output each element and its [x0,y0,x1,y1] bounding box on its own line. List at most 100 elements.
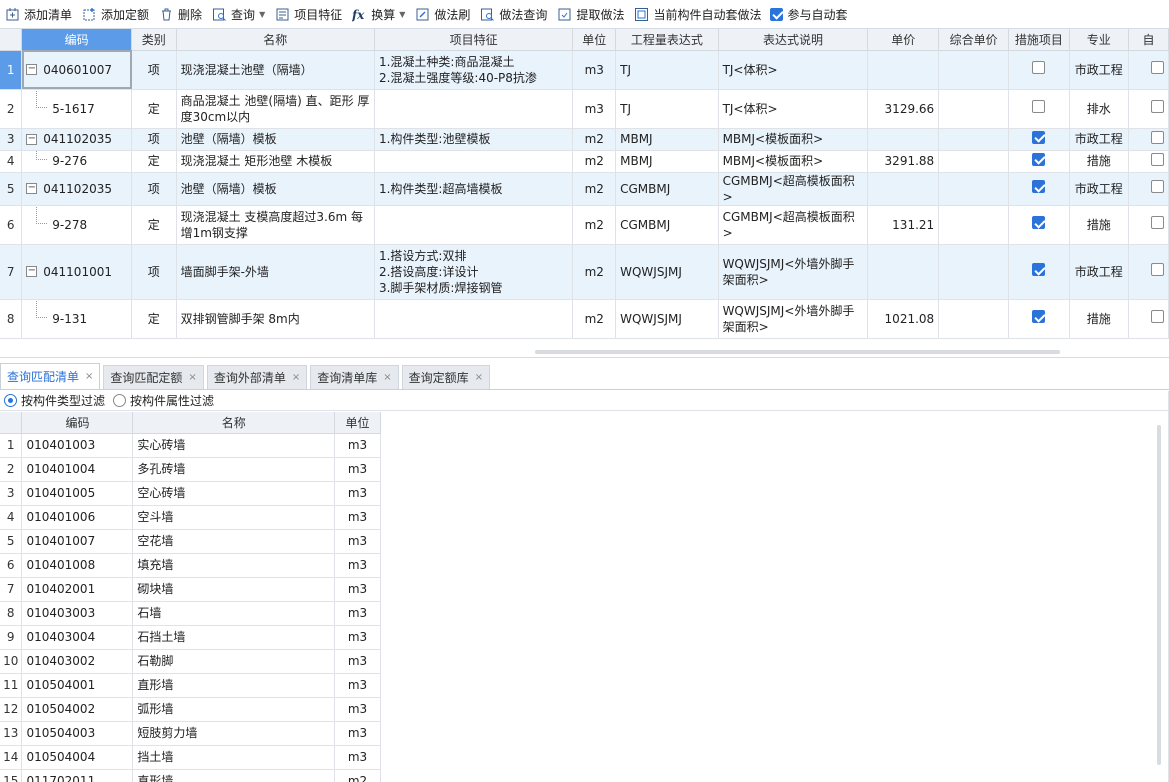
cell-code[interactable]: 010403004 [21,625,134,650]
cell-code[interactable]: −040601007 [21,50,132,90]
cell-auto[interactable] [1128,299,1169,339]
col-header-name[interactable]: 名称 [176,29,375,51]
col-header-expr[interactable]: 工程量表达式 [615,29,719,51]
cell-code[interactable]: −041102035 [21,172,132,206]
extract-method-button[interactable]: 提取做法 [552,1,629,27]
table-row[interactable]: 7 010402001 砌块墙 m3 [0,577,381,602]
cell-major[interactable]: 市政工程 [1069,172,1129,206]
collapse-icon[interactable]: − [26,183,38,194]
cell-name[interactable]: 墙面脚手架-外墙 [176,244,375,300]
row-number[interactable]: 2 [0,457,23,482]
cell-total[interactable] [938,150,1010,173]
cell-unit[interactable]: m3 [334,457,381,482]
cell-unit[interactable]: m3 [334,433,381,458]
col-header-code[interactable]: 编码 [21,29,132,51]
col-header-type[interactable]: 类别 [131,29,177,51]
cell-desc[interactable]: CGMBMJ<超高模板面积> [718,205,869,245]
cell-name[interactable]: 现浇混凝土 支模高度超过3.6m 每增1m钢支撑 [176,205,375,245]
cell-price[interactable]: 1021.08 [867,299,940,339]
cell-name[interactable]: 实心砖墙 [132,433,336,458]
table-row[interactable]: 6 010401008 填充墙 m3 [0,553,381,578]
row-number[interactable]: 6 [0,553,23,578]
cell-desc[interactable]: WQWJSJMJ<外墙外脚手 架面积> [718,244,869,300]
cell-measure[interactable] [1008,50,1070,90]
cell-desc[interactable]: TJ<体积> [718,89,869,129]
cell-measure[interactable] [1008,89,1070,129]
cell-name[interactable]: 现浇混凝土池壁（隔墙） [176,50,375,90]
filter-by-type-radio[interactable]: 按构件类型过滤 [4,392,105,409]
cell-desc[interactable]: WQWJSJMJ<外墙外脚手 架面积> [718,299,869,339]
table-row[interactable]: 3 010401005 空心砖墙 m3 [0,481,381,506]
item-feature-button[interactable]: 项目特征 [270,1,347,27]
cell-total[interactable] [938,205,1010,245]
cell-unit[interactable]: m2 [572,128,617,151]
checkbox-checked-icon[interactable] [1032,216,1046,229]
cell-code[interactable]: 010401006 [21,505,134,530]
row-number[interactable]: 6 [0,205,23,245]
cell-desc[interactable]: MBMJ<模板面积> [718,128,869,151]
collapse-icon[interactable]: − [26,64,38,75]
cell-type[interactable]: 项 [131,128,177,151]
checkbox-unchecked-icon[interactable] [1032,61,1046,74]
cell-major[interactable]: 措施 [1069,205,1129,245]
cell-feature[interactable]: 1.搭设方式:双排 2.搭设高度:详设计 3.脚手架材质:焊接钢管 [374,244,574,300]
cell-code[interactable]: 010401004 [21,457,134,482]
cell-unit[interactable]: m3 [334,529,381,554]
cell-name[interactable]: 双排钢管脚手架 8m内 [176,299,375,339]
method-brush-button[interactable]: 做法刷 [410,1,475,27]
cell-total[interactable] [938,172,1010,206]
cell-unit[interactable]: m3 [334,625,381,650]
cell-unit[interactable]: m2 [572,172,617,206]
cell-code[interactable]: 010504002 [21,697,134,722]
row-number[interactable]: 12 [0,697,23,722]
table-row[interactable]: 7−041101001 项墙面脚手架-外墙 1.搭设方式:双排 2.搭设高度:详设计 3… [0,244,1169,300]
row-number[interactable]: 4 [0,150,23,173]
checkbox-unchecked-icon[interactable] [1150,61,1164,74]
table-row[interactable]: 9 010403004 石挡土墙 m3 [0,625,381,650]
cell-unit[interactable]: m3 [334,553,381,578]
cell-name[interactable]: 现浇混凝土 矩形池壁 木模板 [176,150,375,173]
cell-name[interactable]: 空斗墙 [132,505,336,530]
row-number[interactable]: 8 [0,299,23,339]
add-quota-button[interactable]: 添加定额 [77,1,154,27]
checkbox-unchecked-icon[interactable] [1150,180,1164,193]
cell-name[interactable]: 池壁（隔墙）模板 [176,172,375,206]
cell-unit[interactable]: m3 [334,481,381,506]
table-row[interactable]: 10 010403002 石勒脚 m3 [0,649,381,674]
cell-auto[interactable] [1128,205,1169,245]
checkbox-checked-icon[interactable] [1032,152,1046,166]
cell-type[interactable]: 定 [131,299,177,339]
cell-name[interactable]: 商品混凝土 池壁(隔墙) 直、距形 厚度30cm以内 [176,89,375,129]
collapse-icon[interactable]: − [26,133,38,145]
method-query-button[interactable]: 做法查询 [475,1,552,27]
cell-name[interactable]: 填充墙 [132,553,336,578]
cell-code[interactable]: −041102035 [21,128,132,151]
cell-expr[interactable]: TJ [615,89,719,129]
cell-major[interactable]: 排水 [1069,89,1129,129]
close-icon[interactable]: × [383,372,391,383]
checkbox-checked-icon[interactable] [1032,310,1046,323]
cell-measure[interactable] [1008,128,1070,151]
cell-unit[interactable]: m3 [572,50,617,90]
table-row[interactable]: 15 011702011 直形墙 m2 [0,769,381,782]
cell-unit[interactable]: m2 [572,150,617,173]
row-number[interactable]: 4 [0,505,23,530]
table-row[interactable]: 13 010504003 短肢剪力墙 m3 [0,721,381,746]
cell-feature[interactable]: 1.构件类型:超高墙模板 [374,172,574,206]
cell-name[interactable]: 挡土墙 [132,745,336,770]
cell-unit[interactable]: m2 [334,769,381,782]
row-number[interactable]: 10 [0,649,23,674]
cell-code[interactable]: 010403003 [21,601,134,626]
cell-name[interactable]: 石勒脚 [132,649,336,674]
cell-auto[interactable] [1128,89,1169,129]
checkbox-unchecked-icon[interactable] [1150,152,1164,166]
chevron-down-icon[interactable]: ▼ [259,10,265,19]
cell-auto[interactable] [1128,50,1169,90]
close-icon[interactable]: × [188,372,196,383]
table-row[interactable]: 5 010401007 空花墙 m3 [0,529,381,554]
checkbox-unchecked-icon[interactable] [1150,310,1164,323]
row-number[interactable]: 11 [0,673,23,698]
row-number[interactable]: 5 [0,529,23,554]
cell-unit[interactable]: m2 [572,205,617,245]
row-number[interactable]: 9 [0,625,23,650]
